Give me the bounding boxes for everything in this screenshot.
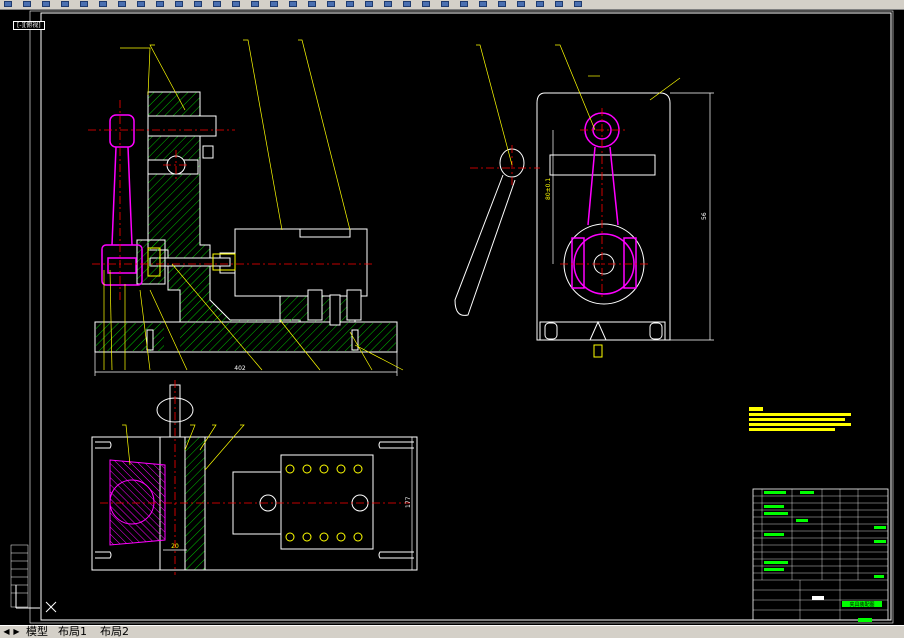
toolbar xyxy=(0,0,904,10)
top-view: 177 20 xyxy=(91,380,418,575)
front-width-dim: 402 xyxy=(234,365,246,372)
zoom-icon[interactable] xyxy=(249,0,261,8)
layout-tabs-bar: ◀ ▶ 模型 布局1 布局2 xyxy=(0,625,904,638)
properties-icon[interactable] xyxy=(363,0,375,8)
viewport-label[interactable]: [-][俯视] xyxy=(13,21,45,30)
layer-icon[interactable] xyxy=(135,0,147,8)
title-block: 夹具装配图 xyxy=(752,488,889,622)
next-tab-button[interactable]: ▶ xyxy=(12,627,21,636)
layer-icon[interactable] xyxy=(534,0,546,8)
layer-icon[interactable] xyxy=(458,0,470,8)
top-small-dim: 20 xyxy=(171,543,179,550)
layer-icon[interactable] xyxy=(154,0,166,8)
side-height-dim: 56 xyxy=(701,212,708,220)
layer-icon[interactable] xyxy=(173,0,185,8)
title-block-label: 夹具装配图 xyxy=(849,601,874,608)
text-style-icon[interactable] xyxy=(306,0,318,8)
properties-icon[interactable] xyxy=(572,0,584,8)
zoom-window-icon[interactable] xyxy=(268,0,280,8)
layer-icon[interactable] xyxy=(477,0,489,8)
layer-icon[interactable] xyxy=(2,0,14,8)
layer-icon[interactable] xyxy=(21,0,33,8)
side-view: 56 80±0.1 xyxy=(454,44,714,358)
undo-icon[interactable] xyxy=(78,0,90,8)
redo-icon[interactable] xyxy=(116,0,128,8)
pan-icon[interactable] xyxy=(230,0,242,8)
table-icon[interactable] xyxy=(420,0,432,8)
layer-icon[interactable] xyxy=(496,0,508,8)
layer-icon[interactable] xyxy=(59,0,71,8)
tab-layout1[interactable]: 布局1 xyxy=(58,626,87,638)
top-height-dim: 177 xyxy=(405,496,412,508)
first-tab-button[interactable]: ◀ xyxy=(2,627,11,636)
layer-icon[interactable] xyxy=(211,0,223,8)
tab-layout2[interactable]: 布局2 xyxy=(100,626,129,638)
properties-icon[interactable] xyxy=(382,0,394,8)
zoom-previous-icon[interactable] xyxy=(287,0,299,8)
ucs-icon xyxy=(15,585,57,613)
drawing-canvas[interactable]: 402 56 80±0.1 177 20 夹具装配图 [-][俯视] xyxy=(0,10,904,624)
layer-icon[interactable] xyxy=(439,0,451,8)
side-small-dim: 80±0.1 xyxy=(545,178,552,200)
layer-icon[interactable] xyxy=(40,0,52,8)
properties-icon[interactable] xyxy=(97,0,109,8)
layer-icon[interactable] xyxy=(192,0,204,8)
properties-icon[interactable] xyxy=(401,0,413,8)
layer-icon[interactable] xyxy=(515,0,527,8)
revision-strip xyxy=(10,544,29,608)
front-view: 402 xyxy=(88,39,404,376)
layer-icon[interactable] xyxy=(553,0,565,8)
tech-notes xyxy=(749,407,851,431)
properties-icon[interactable] xyxy=(344,0,356,8)
tab-model[interactable]: 模型 xyxy=(26,626,48,638)
properties-icon[interactable] xyxy=(325,0,337,8)
